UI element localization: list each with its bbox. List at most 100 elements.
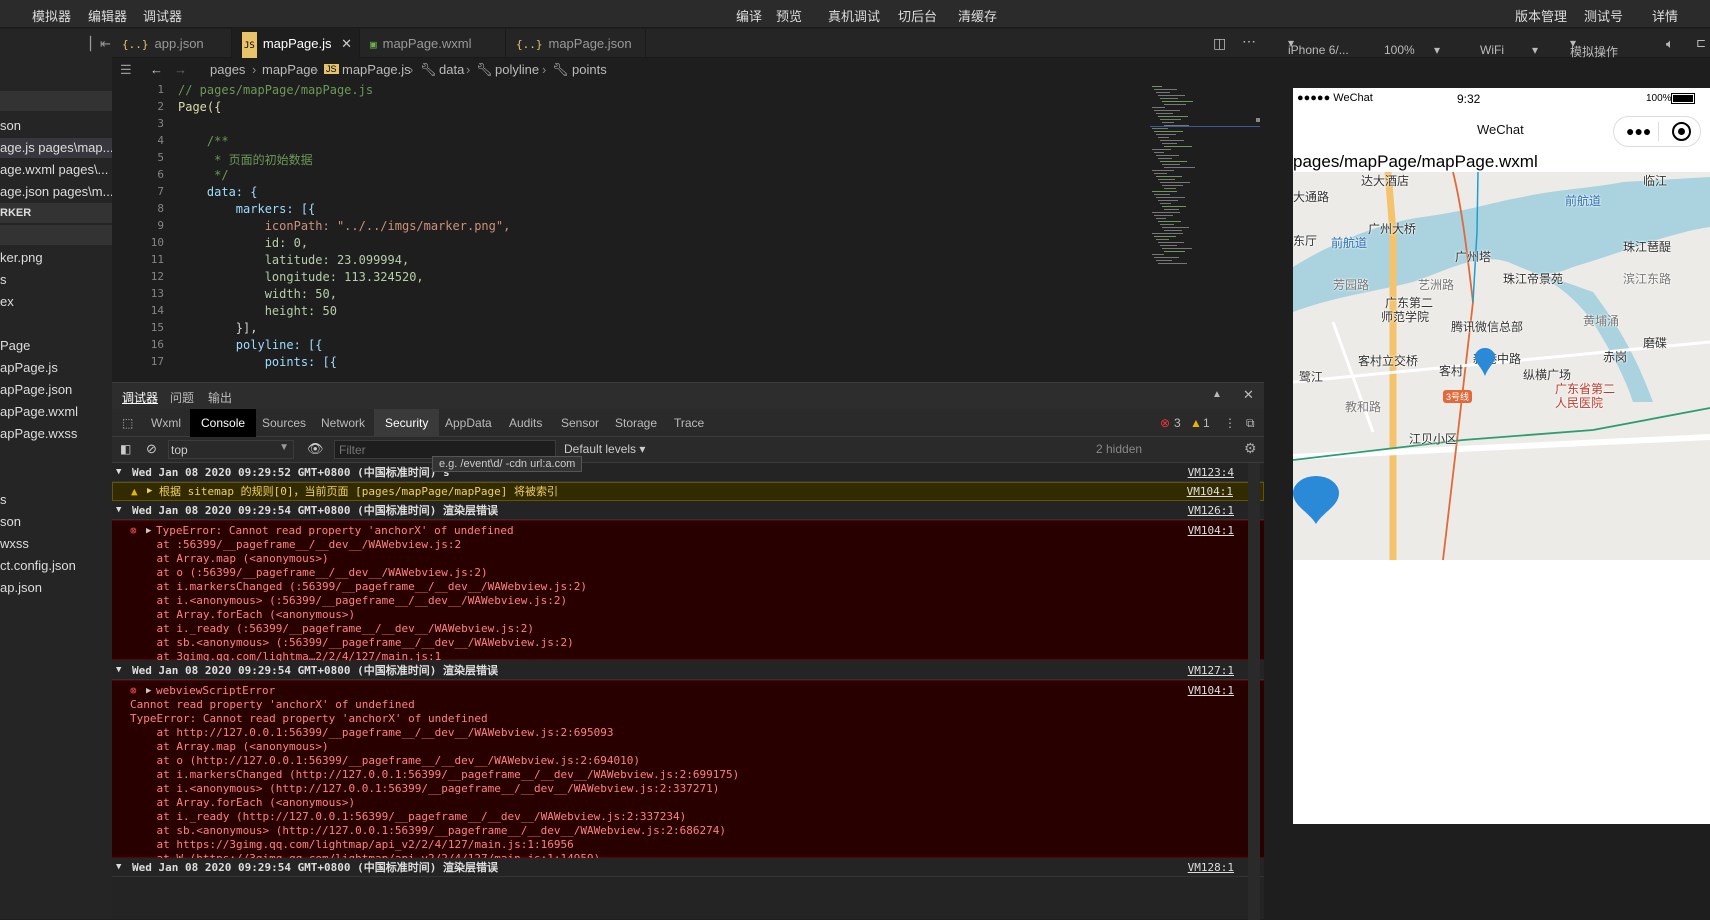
source-link[interactable]: VM123:4 [1188, 463, 1234, 482]
test-account-button[interactable]: 测试号 [1584, 6, 1623, 25]
tree-item[interactable]: apPage.wxml [0, 402, 112, 422]
map-view[interactable]: 达大酒店 临江 大通路 前航道 广州大桥 东厅 前航道 珠江琶醍 广州塔 珠江帝景苑 滨江东路 芳园路… [1293, 172, 1710, 560]
inspect-icon[interactable]: ⬚ [112, 409, 143, 437]
tab-network[interactable]: Network [310, 409, 376, 437]
console-scrollbar[interactable] [1248, 463, 1260, 920]
stack-line[interactable]: Cannot read property 'anchorX' of undefi… [130, 698, 415, 712]
stack-line[interactable]: at :56399/__pageframe__/__dev__/WAWebvie… [130, 538, 461, 552]
tab-wxml[interactable]: Wxml [140, 409, 192, 437]
stack-line[interactable]: at o (http://127.0.0.1:56399/__pageframe… [130, 754, 639, 768]
log-levels-select[interactable]: Default levels ▾ [564, 442, 645, 456]
stack-line[interactable]: at https://3gimg.qq.com/lightmap/api_v2/… [130, 838, 573, 852]
tree-item-active[interactable]: age.js pages\map... [0, 138, 112, 158]
warning-count-icon[interactable]: ▲ [1190, 409, 1202, 437]
preview-button[interactable]: 预览 [776, 6, 802, 25]
stack-line[interactable]: at sb.<anonymous> (http://127.0.0.1:5639… [130, 824, 726, 838]
source-link[interactable]: VM104:1 [1188, 524, 1234, 537]
tab-mappage-wxml[interactable]: ▣ mapPage.wxml [360, 29, 506, 58]
volume-icon[interactable]: 🔈︎ [1666, 36, 1674, 52]
log-group-header[interactable]: ▼ Wed Jan 08 2020 09:29:54 GMT+0800 (中国标… [112, 858, 1264, 877]
stack-line[interactable]: at i.<anonymous> (http://127.0.0.1:56399… [130, 782, 719, 796]
stack-line[interactable]: at Array.map (<anonymous>) [130, 740, 328, 754]
list-icon[interactable]: ☰ [120, 62, 132, 78]
stack-line[interactable]: at i.<anonymous> (:56399/__pageframe__/_… [130, 594, 567, 608]
tab-sources[interactable]: Sources [251, 409, 317, 437]
clear-cache-button[interactable]: 清缓存 [958, 6, 997, 25]
tab-output[interactable]: 输出 [208, 389, 232, 406]
version-manage-button[interactable]: 版本管理 [1515, 6, 1567, 25]
tab-storage[interactable]: Storage [604, 409, 668, 437]
crumb-data[interactable]: data [439, 62, 464, 77]
map-marker-large-icon[interactable] [1293, 476, 1339, 524]
context-select[interactable]: top ▼ [168, 440, 294, 459]
log-group-header[interactable]: ▼ Wed Jan 08 2020 09:29:54 GMT+0800 (中国标… [112, 501, 1264, 520]
stack-line[interactable]: at sb.<anonymous> (:56399/__pageframe__/… [130, 636, 573, 650]
stack-line[interactable]: at Array.map (<anonymous>) [130, 552, 328, 566]
back-arrow-icon[interactable]: ← [150, 62, 163, 77]
expand-triangle-icon[interactable]: ▶ [146, 524, 151, 538]
tab-debugger[interactable]: 调试器 [122, 389, 158, 406]
tree-item[interactable]: son [0, 116, 112, 136]
stack-line[interactable]: at o (:56399/__pageframe__/__dev__/WAWeb… [130, 566, 487, 580]
close-icon[interactable]: ✕ [1243, 387, 1254, 403]
split-editor-icon[interactable]: ◫ [1213, 35, 1226, 52]
tab-security[interactable]: Security [374, 409, 440, 437]
clear-console-icon[interactable]: ⊘ [146, 441, 157, 457]
collapse-triangle-icon[interactable]: ▼ [116, 858, 121, 877]
tree-item[interactable]: ker.png [0, 248, 112, 268]
more-dots-icon[interactable]: ●●● [1626, 123, 1651, 139]
stack-line[interactable]: at http://127.0.0.1:56399/__pageframe__/… [130, 726, 613, 740]
tree-section[interactable]: RKER [0, 203, 112, 223]
tab-issues[interactable]: 问题 [170, 389, 194, 406]
stack-line[interactable]: at i._ready (http://127.0.0.1:56399/__pa… [130, 810, 686, 824]
error-count-icon[interactable]: ⊗ [1160, 409, 1170, 437]
crumb-points[interactable]: points [572, 62, 607, 77]
crumb-mappage-js[interactable]: mapPage.js [342, 62, 411, 77]
eye-icon[interactable]: 👁︎ [307, 441, 324, 457]
chevron-up-icon[interactable]: ▲ [1212, 389, 1222, 400]
stack-line[interactable]: TypeError: Cannot read property 'anchorX… [130, 712, 488, 726]
dock-icon[interactable]: ⧉ [1246, 409, 1255, 437]
tree-item[interactable]: ex [0, 292, 112, 312]
code-editor[interactable]: 1 // pages/mapPage/mapPage.js 2 Page({3 4 /*… [112, 82, 1264, 382]
collapse-triangle-icon[interactable]: ▼ [116, 661, 121, 680]
menu-simulator[interactable]: 模拟器 [32, 6, 71, 25]
tree-item[interactable]: age.wxml pages\... [0, 160, 112, 180]
tab-appdata[interactable]: AppData [434, 409, 503, 437]
tab-sensor[interactable]: Sensor [550, 409, 610, 437]
close-miniprogram-icon[interactable] [1672, 122, 1691, 141]
details-button[interactable]: 详情 [1652, 6, 1678, 25]
more-icon[interactable]: ⋯ [1242, 33, 1256, 50]
crumb-pages[interactable]: pages [210, 62, 245, 77]
tree-item[interactable]: age.json pages\m... [0, 182, 112, 202]
tab-mappage-js[interactable]: JS mapPage.js ✕ [232, 29, 360, 61]
crumb-polyline[interactable]: polyline [495, 62, 539, 77]
menu-debugger[interactable]: 调试器 [143, 6, 182, 25]
gear-icon[interactable]: ⚙ [1244, 440, 1257, 457]
tree-item[interactable]: son [0, 512, 112, 532]
tree-item[interactable]: apPage.json [0, 380, 112, 400]
tree-item[interactable]: Page [0, 336, 112, 356]
simulate-ops-select[interactable]: 模拟操作 ▾ [1570, 36, 1618, 59]
menu-editor[interactable]: 编辑器 [88, 6, 127, 25]
tab-trace[interactable]: Trace [663, 409, 715, 437]
stack-line[interactable]: at Array.forEach (<anonymous>) [130, 608, 355, 622]
tree-item[interactable]: apPage.wxss [0, 424, 112, 444]
tab-app-json[interactable]: {..} app.json [112, 29, 232, 58]
kebab-menu-icon[interactable]: ⋮ [1224, 409, 1236, 437]
tree-item[interactable]: s [0, 270, 112, 290]
log-group-header[interactable]: ▼ Wed Jan 08 2020 09:29:54 GMT+0800 (中国标… [112, 661, 1264, 680]
tree-item[interactable]: ap.json [0, 578, 112, 598]
expand-triangle-icon[interactable]: ▶ [146, 684, 151, 698]
tab-audits[interactable]: Audits [498, 409, 553, 437]
log-group-header[interactable]: ▼ Wed Jan 08 2020 09:29:52 GMT+0800 (中国标… [112, 463, 1264, 482]
map-marker-icon[interactable] [1475, 348, 1495, 376]
collapse-sidebar-icon[interactable]: ▏⇤ [90, 36, 111, 52]
tab-mappage-json[interactable]: {..} mapPage.json [506, 29, 646, 58]
source-link[interactable]: VM126:1 [1188, 501, 1234, 520]
rotate-icon[interactable]: ⊏ [1696, 36, 1706, 50]
tree-item[interactable]: wxss [0, 534, 112, 554]
close-tab-icon[interactable]: ✕ [341, 36, 352, 51]
crumb-mappage[interactable]: mapPage [262, 62, 318, 77]
expand-triangle-icon[interactable]: ▶ [147, 483, 152, 500]
